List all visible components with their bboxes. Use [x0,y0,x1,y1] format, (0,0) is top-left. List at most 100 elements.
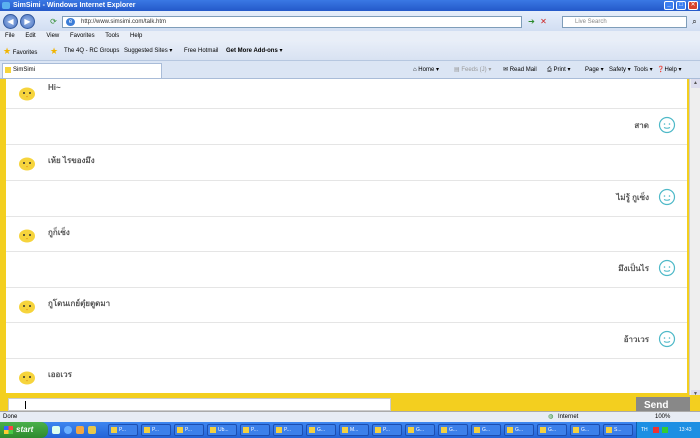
simsimi-chick-icon [19,371,35,385]
fav-item-suggested[interactable]: Suggested Sites ▾ [124,46,172,56]
simsimi-chick-icon [19,229,35,243]
user-avatar-icon [658,116,676,134]
search-icon[interactable]: ⌕ [689,16,700,28]
status-bar: Done ◍ Internet 100% [0,411,700,422]
language-indicator[interactable]: TH [641,422,648,438]
user-avatar-icon [658,188,676,206]
taskbar-item[interactable]: Ub... [207,424,237,436]
taskbar-item[interactable]: P... [108,424,138,436]
taskbar-item[interactable]: P... [372,424,402,436]
taskbar-item[interactable]: P... [141,424,171,436]
taskbar-item[interactable]: P... [174,424,204,436]
menu-view[interactable]: View [46,33,59,39]
taskbar-item[interactable]: P... [273,424,303,436]
help-button[interactable]: ❓Help ▾ [657,64,682,76]
maximize-button[interactable]: □ [676,1,686,10]
search-input[interactable]: Live Search [562,16,687,28]
text-caret [25,401,26,409]
chat-row-user: ไม่รู้ กูเซ็ง [6,181,687,217]
taskbar-item[interactable]: G... [570,424,600,436]
menu-tools[interactable]: Tools [105,33,119,39]
chat-message: กูก็เซ็ง [48,228,70,237]
minimize-button[interactable]: _ [664,1,674,10]
taskbar-item[interactable]: G... [405,424,435,436]
send-button[interactable]: Send [636,397,690,411]
fav-item-addons[interactable]: Get More Add-ons ▾ [226,46,282,56]
chat-row-bot: Hi~ [6,79,687,109]
star-icon: ★ [3,46,12,56]
menu-help[interactable]: Help [130,33,142,39]
chat-message: สาด [634,121,649,130]
favorites-button[interactable]: ★ Favorites [3,46,37,58]
tab-row: SimSimi ⌂ Home ▾ ▤ Feeds (J) ▾ ✉ Read Ma… [0,61,700,79]
chat-message: ไม่รู้ กูเซ็ง [616,193,649,202]
fav-item-4q[interactable]: The 4Q - RC Groups [64,46,119,56]
chat-message: มึงเป็นไร [618,264,649,273]
quick-launch-icon[interactable] [52,426,60,434]
menu-file[interactable]: File [5,33,15,39]
zoom-level[interactable]: 100% [655,412,670,422]
chat-row-user: อ้าวเวร [6,323,687,359]
chat-message: เห้ย ไรของมึง [48,156,95,165]
quick-launch-icon[interactable] [88,426,96,434]
window-title: SimSimi - Windows Internet Explorer [13,2,136,9]
user-avatar-icon [658,330,676,348]
back-button[interactable]: ◀ [3,14,18,29]
chat-row-user: มึงเป็นไร [6,252,687,288]
ie-icon [2,2,10,9]
title-bar: SimSimi - Windows Internet Explorer _ □ … [0,0,700,11]
taskbar-item[interactable]: S... [603,424,633,436]
taskbar-item[interactable]: G... [504,424,534,436]
start-button[interactable]: start [0,422,48,438]
search-placeholder: Live Search [575,19,607,25]
taskbar-item[interactable]: G... [438,424,468,436]
page-button[interactable]: Page ▾ [585,64,604,76]
page-icon: e [66,18,75,26]
close-button[interactable]: ✕ [688,1,698,10]
status-text: Done [3,414,18,420]
read-mail-button[interactable]: ✉ Read Mail [503,64,537,76]
safety-button[interactable]: Safety ▾ [609,64,631,76]
taskbar-item[interactable]: G... [537,424,567,436]
chat-message: กูโดนเกย์ตุ๋ยตูดมา [48,299,111,308]
menu-favorites[interactable]: Favorites [70,33,95,39]
tray-icon[interactable] [653,427,659,433]
fav-item-hotmail[interactable]: Free Hotmail [184,46,218,56]
chat-row-user: สาด [6,109,687,145]
page-content: Hi~ สาด เห้ย ไรของมึง ไม่รู้ กูเซ็ง กูก็… [0,79,700,399]
tray-icon[interactable] [662,427,668,433]
address-text: http://www.simsimi.com/talk.htm [81,19,167,25]
taskbar-item[interactable]: P... [240,424,270,436]
zone-text: Internet [558,414,579,420]
taskbar-item[interactable]: M... [339,424,369,436]
address-field[interactable]: e http://www.simsimi.com/talk.htm [62,16,522,28]
add-favorite-icon[interactable]: ★ [50,46,58,58]
message-input[interactable] [8,398,391,411]
menu-edit[interactable]: Edit [25,33,35,39]
ie-quick-launch-icon[interactable] [64,426,72,434]
scroll-up-icon[interactable]: ▲ [691,79,700,88]
taskbar-item[interactable]: G... [471,424,501,436]
home-button[interactable]: ⌂ Home ▾ [413,64,439,76]
chat-message: อ้าวเวร [623,335,649,344]
favorites-bar: ★ Favorites ★ The 4Q - RC Groups Suggest… [0,41,700,61]
taskbar-item[interactable]: G... [306,424,336,436]
tab-simsimi[interactable]: SimSimi [2,63,162,78]
chat-row-bot: กูโดนเกย์ตุ๋ยตูดมา [6,288,687,323]
clock: 13:43 [679,427,692,433]
tools-button[interactable]: Tools ▾ [634,64,653,76]
print-button[interactable]: ⎙ Print ▾ [547,64,570,76]
chat-message: เออเวร [48,370,72,379]
feeds-button[interactable]: ▤ Feeds (J) ▾ [454,64,491,76]
page-scrollbar[interactable]: ▲ ▼ [689,79,700,399]
tab-title: SimSimi [13,67,35,73]
stop-icon[interactable]: ✕ [538,16,549,28]
forward-button[interactable]: ▶ [20,14,35,29]
go-icon[interactable]: ➔ [526,16,537,28]
system-tray: TH 13:43 [636,422,700,438]
quick-launch-icon[interactable] [76,426,84,434]
chat-row-bot: เออเวร [6,359,687,393]
refresh-icon[interactable]: ⟳ [48,16,59,28]
menu-bar: File Edit View Favorites Tools Help [0,31,700,41]
chat-row-bot: เห้ย ไรของมึง [6,145,687,181]
